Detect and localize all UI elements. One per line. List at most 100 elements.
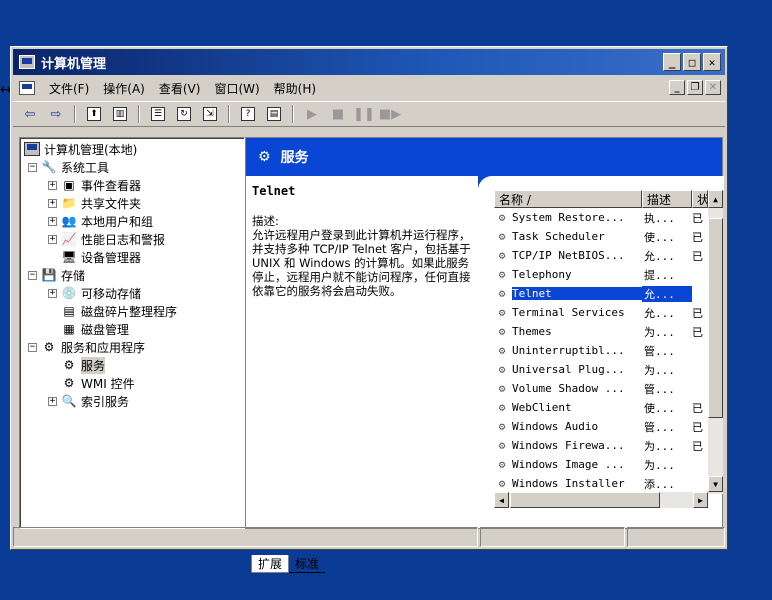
tree-item[interactable]: ⚙ WMI 控件 <box>24 374 244 392</box>
show-hide-tree-icon[interactable]: ▥ <box>109 104 131 124</box>
collapse-icon[interactable]: − <box>28 342 37 352</box>
tree-item[interactable]: − 🔧 系统工具 <box>24 158 244 176</box>
child-restore-button[interactable]: ❐ <box>687 80 703 95</box>
menu-help[interactable]: 帮助(H) <box>274 80 316 97</box>
child-close-button[interactable]: ✕ <box>705 80 721 95</box>
column-header-name[interactable]: 名称 / <box>494 190 642 208</box>
service-desc-cell: 允... <box>644 306 675 320</box>
stop-service-icon[interactable]: ■ <box>327 104 349 124</box>
services-header-title: 服务 <box>280 150 309 166</box>
child-window-icon[interactable] <box>19 81 35 95</box>
menu-file[interactable]: 文件(F) <box>49 80 89 97</box>
service-name-cell: Uninterruptibl... <box>512 344 625 357</box>
expand-icon[interactable]: + <box>48 180 57 190</box>
wmi-icon: ⚙ <box>63 376 75 390</box>
title-bar[interactable]: 计算机管理 _ □ ✕ <box>13 49 725 75</box>
service-name-cell: Telephony <box>512 268 572 281</box>
expand-icon[interactable]: + <box>48 198 57 208</box>
up-folder-icon[interactable]: ⬆ <box>83 104 105 124</box>
service-row[interactable]: ⚙ Windows Firewa... 为... 已 <box>494 436 708 455</box>
console-icon[interactable]: ▤ <box>263 104 285 124</box>
horizontal-scrollbar[interactable]: ◀ ▶ <box>494 492 708 508</box>
details-pane: ⚙ 服务 Telnet 描述: 允许远程用户登录到此计算机并运行程序，并支持多种… <box>245 137 724 529</box>
service-name-cell: Universal Plug... <box>512 363 625 376</box>
column-header-status[interactable]: 状 <box>692 190 708 208</box>
tree-item-label: 索引服务 <box>81 394 130 409</box>
service-desc-cell: 提... <box>644 268 675 282</box>
menu-action[interactable]: 操作(A) <box>103 80 145 97</box>
storage-icon: 💾 <box>41 268 57 282</box>
pause-service-icon[interactable]: ❚❚ <box>353 104 375 124</box>
back-arrow-icon[interactable]: ⇦ <box>19 104 41 124</box>
service-row[interactable]: ⚙ Volume Shadow ... 管... <box>494 379 708 398</box>
tab-extended[interactable]: 扩展 <box>251 555 290 573</box>
scroll-up-button[interactable]: ▲ <box>708 190 723 208</box>
tab-standard[interactable]: 标准 <box>289 555 326 573</box>
service-row[interactable]: ⚙ WebClient 使... 已 <box>494 398 708 417</box>
tree-item[interactable]: + 🔍 索引服务 <box>24 392 244 410</box>
close-button[interactable]: ✕ <box>703 53 721 71</box>
service-name-cell: Windows Firewa... <box>512 439 625 452</box>
service-row[interactable]: ⚙ Windows Image ... 为... <box>494 455 708 474</box>
service-row[interactable]: ⚙ Telephony 提... <box>494 265 708 284</box>
column-header-description[interactable]: 描述 <box>642 190 692 208</box>
properties-icon[interactable]: ☰ <box>147 104 169 124</box>
service-status-cell: 已 <box>692 230 703 244</box>
scroll-down-button[interactable]: ▼ <box>708 476 723 492</box>
computer-management-window: 计算机管理 _ □ ✕ 文件(F) 操作(A) 查看(V) 窗口(W) 帮助(H… <box>10 46 728 573</box>
vertical-scrollbar[interactable] <box>708 208 723 494</box>
tree-item[interactable]: 🖥 设备管理器 <box>24 248 244 266</box>
service-row[interactable]: ⚙ Themes 为... 已 <box>494 322 708 341</box>
service-desc-cell: 为... <box>644 458 675 472</box>
forward-arrow-icon[interactable]: ⇨ <box>45 104 67 124</box>
horizontal-scroll-thumb[interactable] <box>510 492 660 508</box>
tree-item[interactable]: ⚙ 服务 <box>24 356 244 374</box>
service-desc-cell: 使... <box>644 401 675 415</box>
tree-item[interactable]: + 👥 本地用户和组 <box>24 212 244 230</box>
tree-item[interactable]: + 📈 性能日志和警报 <box>24 230 244 248</box>
start-service-icon[interactable]: ▶ <box>301 104 323 124</box>
collapse-icon[interactable]: − <box>28 162 37 172</box>
scroll-left-button[interactable]: ◀ <box>494 492 509 508</box>
expand-icon[interactable]: + <box>48 216 57 226</box>
service-status-cell: 已 <box>692 306 703 320</box>
service-gear-icon: ⚙ <box>498 382 506 395</box>
service-row[interactable]: ⚙ Uninterruptibl... 管... <box>494 341 708 360</box>
tree-item[interactable]: + 💿 可移动存储 <box>24 284 244 302</box>
refresh-icon[interactable]: ↻ <box>173 104 195 124</box>
service-desc-cell: 允... <box>642 285 692 302</box>
service-row[interactable]: ⚙ Telnet 允... <box>494 284 708 303</box>
service-gear-icon: ⚙ <box>498 477 506 490</box>
tree-item[interactable]: + ▣ 事件查看器 <box>24 176 244 194</box>
export-list-icon[interactable]: ⇲ <box>199 104 221 124</box>
tree-root[interactable]: 计算机管理(本地) <box>24 140 244 158</box>
tree-item[interactable]: ▤ 磁盘碎片整理程序 <box>24 302 244 320</box>
service-row[interactable]: ⚙ System Restore... 执... 已 <box>494 208 708 227</box>
child-minimize-button[interactable]: _ <box>669 80 685 95</box>
menu-view[interactable]: 查看(V) <box>159 80 201 97</box>
tree-item[interactable]: ▦ 磁盘管理 <box>24 320 244 338</box>
service-row[interactable]: ⚙ Windows Audio 管... 已 <box>494 417 708 436</box>
tree-item[interactable]: + 📁 共享文件夹 <box>24 194 244 212</box>
maximize-button[interactable]: □ <box>683 53 701 71</box>
tree-item[interactable]: − 💾 存储 <box>24 266 244 284</box>
service-row[interactable]: ⚙ Windows Installer 添... <box>494 474 708 493</box>
expand-icon[interactable]: + <box>48 396 57 406</box>
service-name-cell: Telnet <box>512 287 642 300</box>
service-row[interactable]: ⚙ TCP/IP NetBIOS... 允... 已 <box>494 246 708 265</box>
restart-service-icon[interactable]: ■▶ <box>379 104 401 124</box>
minimize-button[interactable]: _ <box>663 53 681 71</box>
help-icon[interactable]: ? <box>237 104 259 124</box>
tree-item-label: 服务和应用程序 <box>61 340 146 355</box>
service-row[interactable]: ⚙ Terminal Services 允... 已 <box>494 303 708 322</box>
service-row[interactable]: ⚙ Universal Plug... 为... <box>494 360 708 379</box>
service-row[interactable]: ⚙ Task Scheduler 使... 已 <box>494 227 708 246</box>
vertical-scroll-thumb[interactable] <box>708 218 723 418</box>
menu-window[interactable]: 窗口(W) <box>214 80 259 97</box>
collapse-icon[interactable]: − <box>28 270 37 280</box>
expand-icon[interactable]: + <box>48 288 57 298</box>
expand-icon[interactable]: + <box>48 234 57 244</box>
scroll-right-button[interactable]: ▶ <box>693 492 708 508</box>
tree-item[interactable]: − ⚙ 服务和应用程序 <box>24 338 244 356</box>
service-status-cell: 已 <box>692 439 703 453</box>
